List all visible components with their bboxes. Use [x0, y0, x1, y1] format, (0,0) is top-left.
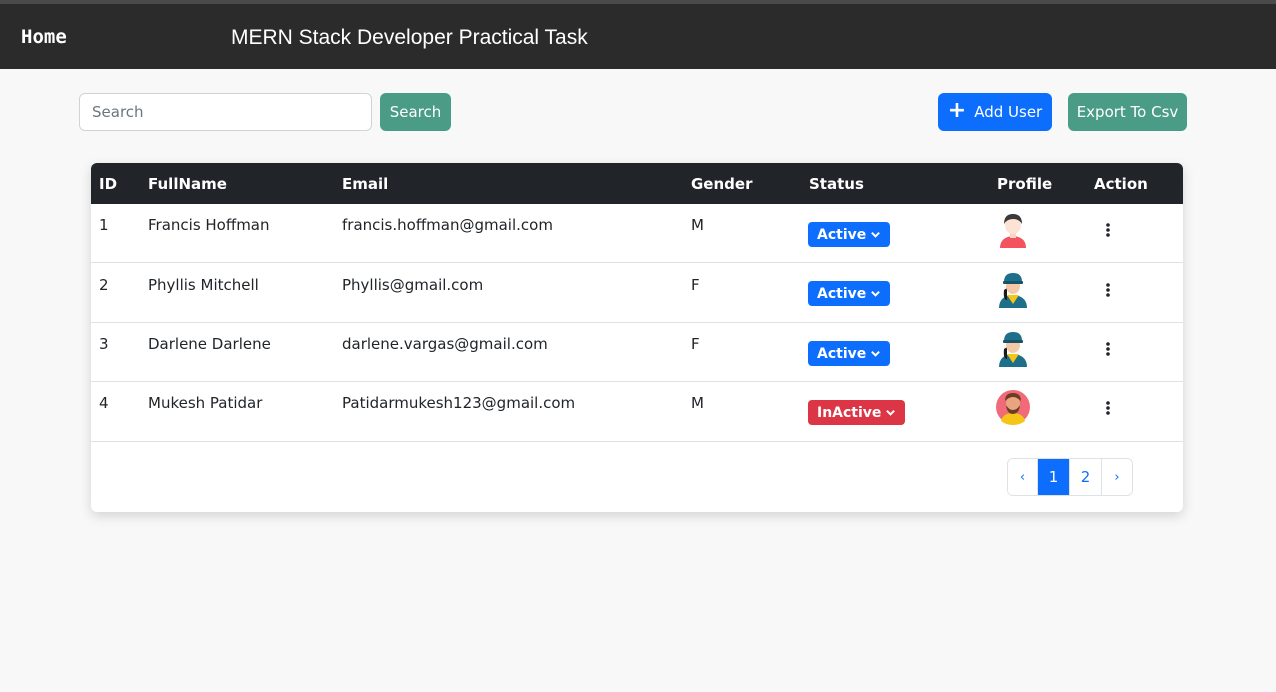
cell-id: 2	[99, 276, 109, 294]
navbar: Home MERN Stack Developer Practical Task	[0, 0, 1276, 69]
table-row: 3 Darlene Darlene darlene.vargas@gmail.c…	[91, 323, 1183, 382]
cell-name: Mukesh Patidar	[148, 394, 263, 412]
cell-name: Phyllis Mitchell	[148, 276, 259, 294]
status-dropdown[interactable]: Active	[808, 281, 891, 306]
search-button[interactable]: Search	[380, 93, 451, 131]
header-gender: Gender	[691, 175, 753, 193]
header-status: Status	[809, 175, 864, 193]
chevron-down-icon	[871, 350, 881, 357]
cell-id: 4	[99, 394, 109, 412]
pagination-next[interactable]: ›	[1102, 459, 1132, 495]
cell-email: Patidarmukesh123@gmail.com	[342, 394, 576, 412]
female-worker-avatar-icon	[999, 273, 1027, 308]
table-header: ID FullName Email Gender Status Profile …	[91, 163, 1183, 204]
pagination: ‹ 1 2 ›	[1007, 458, 1133, 496]
bearded-man-avatar-icon	[996, 390, 1030, 425]
export-csv-button[interactable]: Export To Csv	[1068, 93, 1187, 131]
chevron-down-icon	[886, 409, 896, 416]
status-dropdown[interactable]: Active	[808, 222, 891, 247]
status-label: Active	[817, 345, 867, 362]
male-avatar-icon	[1000, 214, 1026, 248]
header-email: Email	[342, 175, 389, 193]
header-profile: Profile	[997, 175, 1053, 193]
app-title: MERN Stack Developer Practical Task	[231, 26, 588, 49]
header-fullname: FullName	[148, 175, 227, 193]
table-row: 1 Francis Hoffman francis.hoffman@gmail.…	[91, 204, 1183, 263]
more-vertical-icon[interactable]	[1103, 400, 1113, 416]
plus-icon: +	[947, 98, 967, 123]
header-action: Action	[1094, 175, 1148, 193]
status-label: Active	[817, 226, 867, 243]
add-user-label: Add User	[974, 103, 1043, 121]
more-vertical-icon[interactable]	[1103, 222, 1113, 238]
pagination-page-1[interactable]: 1	[1038, 459, 1070, 495]
cell-email: francis.hoffman@gmail.com	[342, 216, 553, 234]
cell-id: 1	[99, 216, 109, 234]
cell-gender: M	[691, 394, 704, 412]
cell-gender: F	[691, 276, 700, 294]
table-row: 4 Mukesh Patidar Patidarmukesh123@gmail.…	[91, 382, 1183, 442]
users-table-card: ID FullName Email Gender Status Profile …	[91, 163, 1183, 512]
chevron-down-icon	[871, 290, 881, 297]
status-label: InActive	[817, 404, 882, 421]
chevron-down-icon	[871, 231, 881, 238]
female-worker-avatar-icon	[999, 332, 1027, 367]
cell-id: 3	[99, 335, 109, 353]
cell-name: Darlene Darlene	[148, 335, 271, 353]
cell-email: darlene.vargas@gmail.com	[342, 335, 548, 353]
search-input[interactable]	[79, 93, 372, 131]
pagination-page-2[interactable]: 2	[1070, 459, 1102, 495]
nav-home-link[interactable]: Home	[21, 26, 67, 48]
add-user-button[interactable]: + Add User	[938, 93, 1052, 131]
more-vertical-icon[interactable]	[1103, 341, 1113, 357]
table-row: 2 Phyllis Mitchell Phyllis@gmail.com F A…	[91, 264, 1183, 323]
cell-gender: M	[691, 216, 704, 234]
pagination-prev[interactable]: ‹	[1008, 459, 1038, 495]
cell-name: Francis Hoffman	[148, 216, 270, 234]
header-id: ID	[99, 175, 118, 193]
status-label: Active	[817, 285, 867, 302]
more-vertical-icon[interactable]	[1103, 282, 1113, 298]
status-dropdown[interactable]: InActive	[808, 400, 906, 425]
cell-email: Phyllis@gmail.com	[342, 276, 484, 294]
cell-gender: F	[691, 335, 700, 353]
status-dropdown[interactable]: Active	[808, 341, 891, 366]
